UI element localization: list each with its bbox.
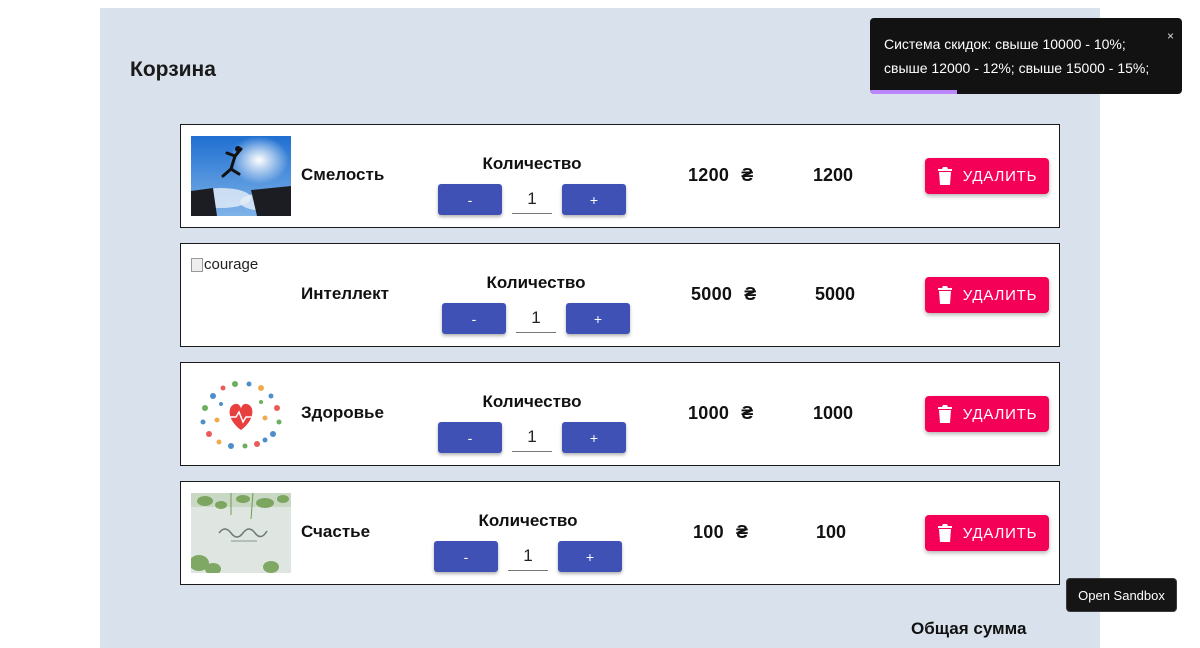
decrease-quantity-button[interactable]: - [442,303,506,334]
price-value: 1000 [688,402,730,423]
trash-icon [937,405,952,423]
increase-quantity-button[interactable]: + [562,184,626,215]
item-line-total: 5000 [815,283,856,304]
quantity-label: Количество [482,392,582,411]
delete-label: УДАЛИТЬ [962,405,1038,423]
price-value: 100 [693,521,724,542]
decrease-quantity-button[interactable]: - [438,184,502,215]
delete-label: УДАЛИТЬ [962,524,1038,542]
toast-progress-bar [870,90,958,94]
currency-symbol: ₴ [741,402,754,423]
health-icons-illustration [191,374,291,454]
currency-symbol: ₴ [744,283,757,304]
trash-icon [937,524,952,542]
quantity-field[interactable]: 1 [512,423,552,452]
increase-quantity-button[interactable]: + [562,422,626,453]
cart-item: Смелость Количество - 1 + 1200 ₴ 1200 УДА… [180,124,1060,228]
quantity-block: Количество - 1 + [433,510,623,572]
delete-button[interactable]: УДАЛИТЬ [925,396,1049,432]
quantity-label: Количество [478,511,578,530]
cliff-jumper-photo [191,136,291,216]
decrease-quantity-button[interactable]: - [438,422,502,453]
delete-label: УДАЛИТЬ [962,167,1038,185]
currency-symbol: ₴ [741,164,754,185]
item-name: Счастье [301,522,371,541]
cart-item: Здоровье Количество - 1 + 1000 ₴ 1000 УДА… [180,362,1060,466]
increase-quantity-button[interactable]: + [566,303,630,334]
quantity-block: Количество - 1 + [437,153,627,215]
page-title: Корзина [130,58,216,81]
item-name: Здоровье [301,403,384,422]
discount-toast: Система скидок: свыше 10000 - 10%; свыше… [870,18,1182,94]
delete-button[interactable]: УДАЛИТЬ [925,277,1049,313]
toast-close-button[interactable]: × [1167,24,1174,48]
open-sandbox-button[interactable]: Open Sandbox [1066,578,1177,612]
price-value: 1200 [688,164,730,185]
happiness-sign-photo [191,493,291,573]
cart-item: Счастье Количество - 1 + 100 ₴ 100 УДАЛИТ… [180,481,1060,585]
delete-label: УДАЛИТЬ [962,286,1038,304]
item-name: Интеллект [301,284,389,303]
item-price: 1200 ₴ [688,125,754,225]
quantity-label: Количество [486,273,586,292]
quantity-block: Количество - 1 + [441,272,631,334]
total-sum-caption: Общая сумма [911,619,1027,638]
trash-icon [937,286,952,304]
currency-symbol: ₴ [735,521,749,542]
broken-image: courage [191,256,258,273]
increase-quantity-button[interactable]: + [558,541,622,572]
quantity-field[interactable]: 1 [512,185,552,214]
delete-button[interactable]: УДАЛИТЬ [925,515,1049,551]
item-price: 1000 ₴ [688,363,754,463]
item-line-total: 100 [816,521,847,542]
quantity-label: Количество [482,154,582,173]
broken-image-icon [191,257,203,272]
toast-message: Система скидок: свыше 10000 - 10%; свыше… [884,36,1150,76]
quantity-field[interactable]: 1 [508,542,548,571]
quantity-block: Количество - 1 + [437,391,627,453]
item-price: 5000 ₴ [691,244,757,344]
item-name: Смелость [301,165,385,184]
price-value: 5000 [691,283,733,304]
item-price: 100 ₴ [693,482,748,582]
trash-icon [937,167,952,185]
quantity-field[interactable]: 1 [516,304,556,333]
image-alt-text: courage [204,256,259,273]
delete-button[interactable]: УДАЛИТЬ [925,158,1049,194]
item-line-total: 1000 [813,402,854,423]
item-line-total: 1200 [813,164,854,185]
cart-item: courage Интеллект Количество - 1 + 5000 ₴… [180,243,1060,347]
decrease-quantity-button[interactable]: - [434,541,498,572]
